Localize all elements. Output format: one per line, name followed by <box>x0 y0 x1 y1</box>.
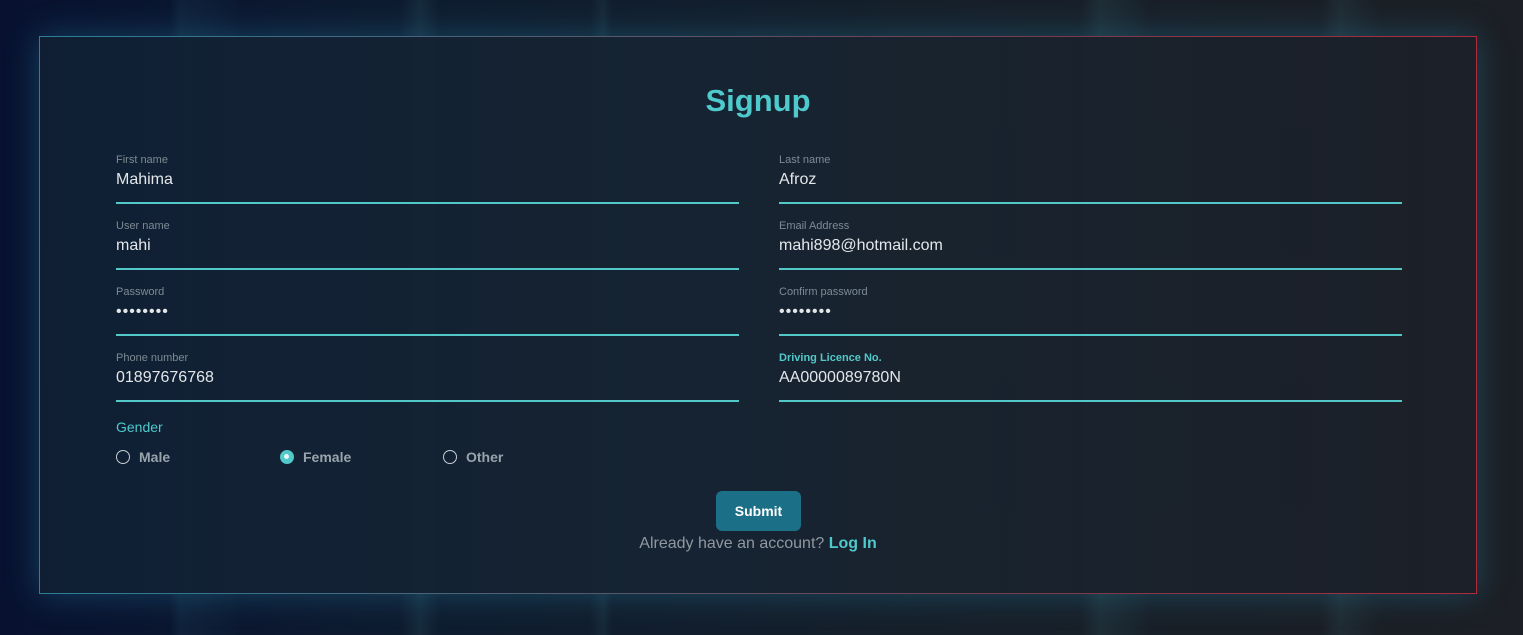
first-name-input[interactable] <box>116 168 739 192</box>
login-link[interactable]: Log In <box>829 535 877 552</box>
user-name-label: User name <box>116 220 170 232</box>
login-prompt: Already have an account? Log In <box>40 535 1476 553</box>
driving-licence-label: Driving Licence No. <box>779 352 882 364</box>
gender-option-female[interactable]: Female <box>280 449 351 465</box>
phone-field: Phone number <box>116 352 739 402</box>
radio-male-icon[interactable] <box>116 450 130 464</box>
confirm-password-label: Confirm password <box>779 286 868 298</box>
radio-female-icon[interactable] <box>280 450 294 464</box>
last-name-label: Last name <box>779 154 831 166</box>
radio-other-icon[interactable] <box>443 450 457 464</box>
user-name-input[interactable] <box>116 234 739 258</box>
first-name-label: First name <box>116 154 168 166</box>
gender-option-label: Female <box>303 449 352 465</box>
last-name-input[interactable] <box>779 168 1402 192</box>
phone-label: Phone number <box>116 352 189 364</box>
gender-label: Gender <box>116 419 163 435</box>
password-field: Password <box>116 286 739 336</box>
driving-licence-field: Driving Licence No. <box>779 352 1402 402</box>
signup-card: Signup First name Last name User name Em… <box>39 36 1477 594</box>
confirm-password-field: Confirm password <box>779 286 1402 336</box>
gender-option-label: Other <box>466 449 504 465</box>
first-name-field: First name <box>116 154 739 204</box>
gender-option-male[interactable]: Male <box>116 449 170 465</box>
gender-option-label: Male <box>139 449 171 465</box>
password-input[interactable] <box>116 300 739 324</box>
email-field: Email Address <box>779 220 1402 270</box>
page-title: Signup <box>705 83 811 118</box>
last-name-field: Last name <box>779 154 1402 204</box>
submit-button[interactable]: Submit <box>716 491 801 531</box>
password-label: Password <box>116 286 165 298</box>
user-name-field: User name <box>116 220 739 270</box>
confirm-password-input[interactable] <box>779 300 1402 324</box>
driving-licence-input[interactable] <box>779 366 1402 390</box>
email-label: Email Address <box>779 220 850 232</box>
phone-input[interactable] <box>116 366 739 390</box>
login-prompt-text: Already have an account? <box>639 535 825 552</box>
gender-option-other[interactable]: Other <box>443 449 503 465</box>
email-input[interactable] <box>779 234 1402 258</box>
